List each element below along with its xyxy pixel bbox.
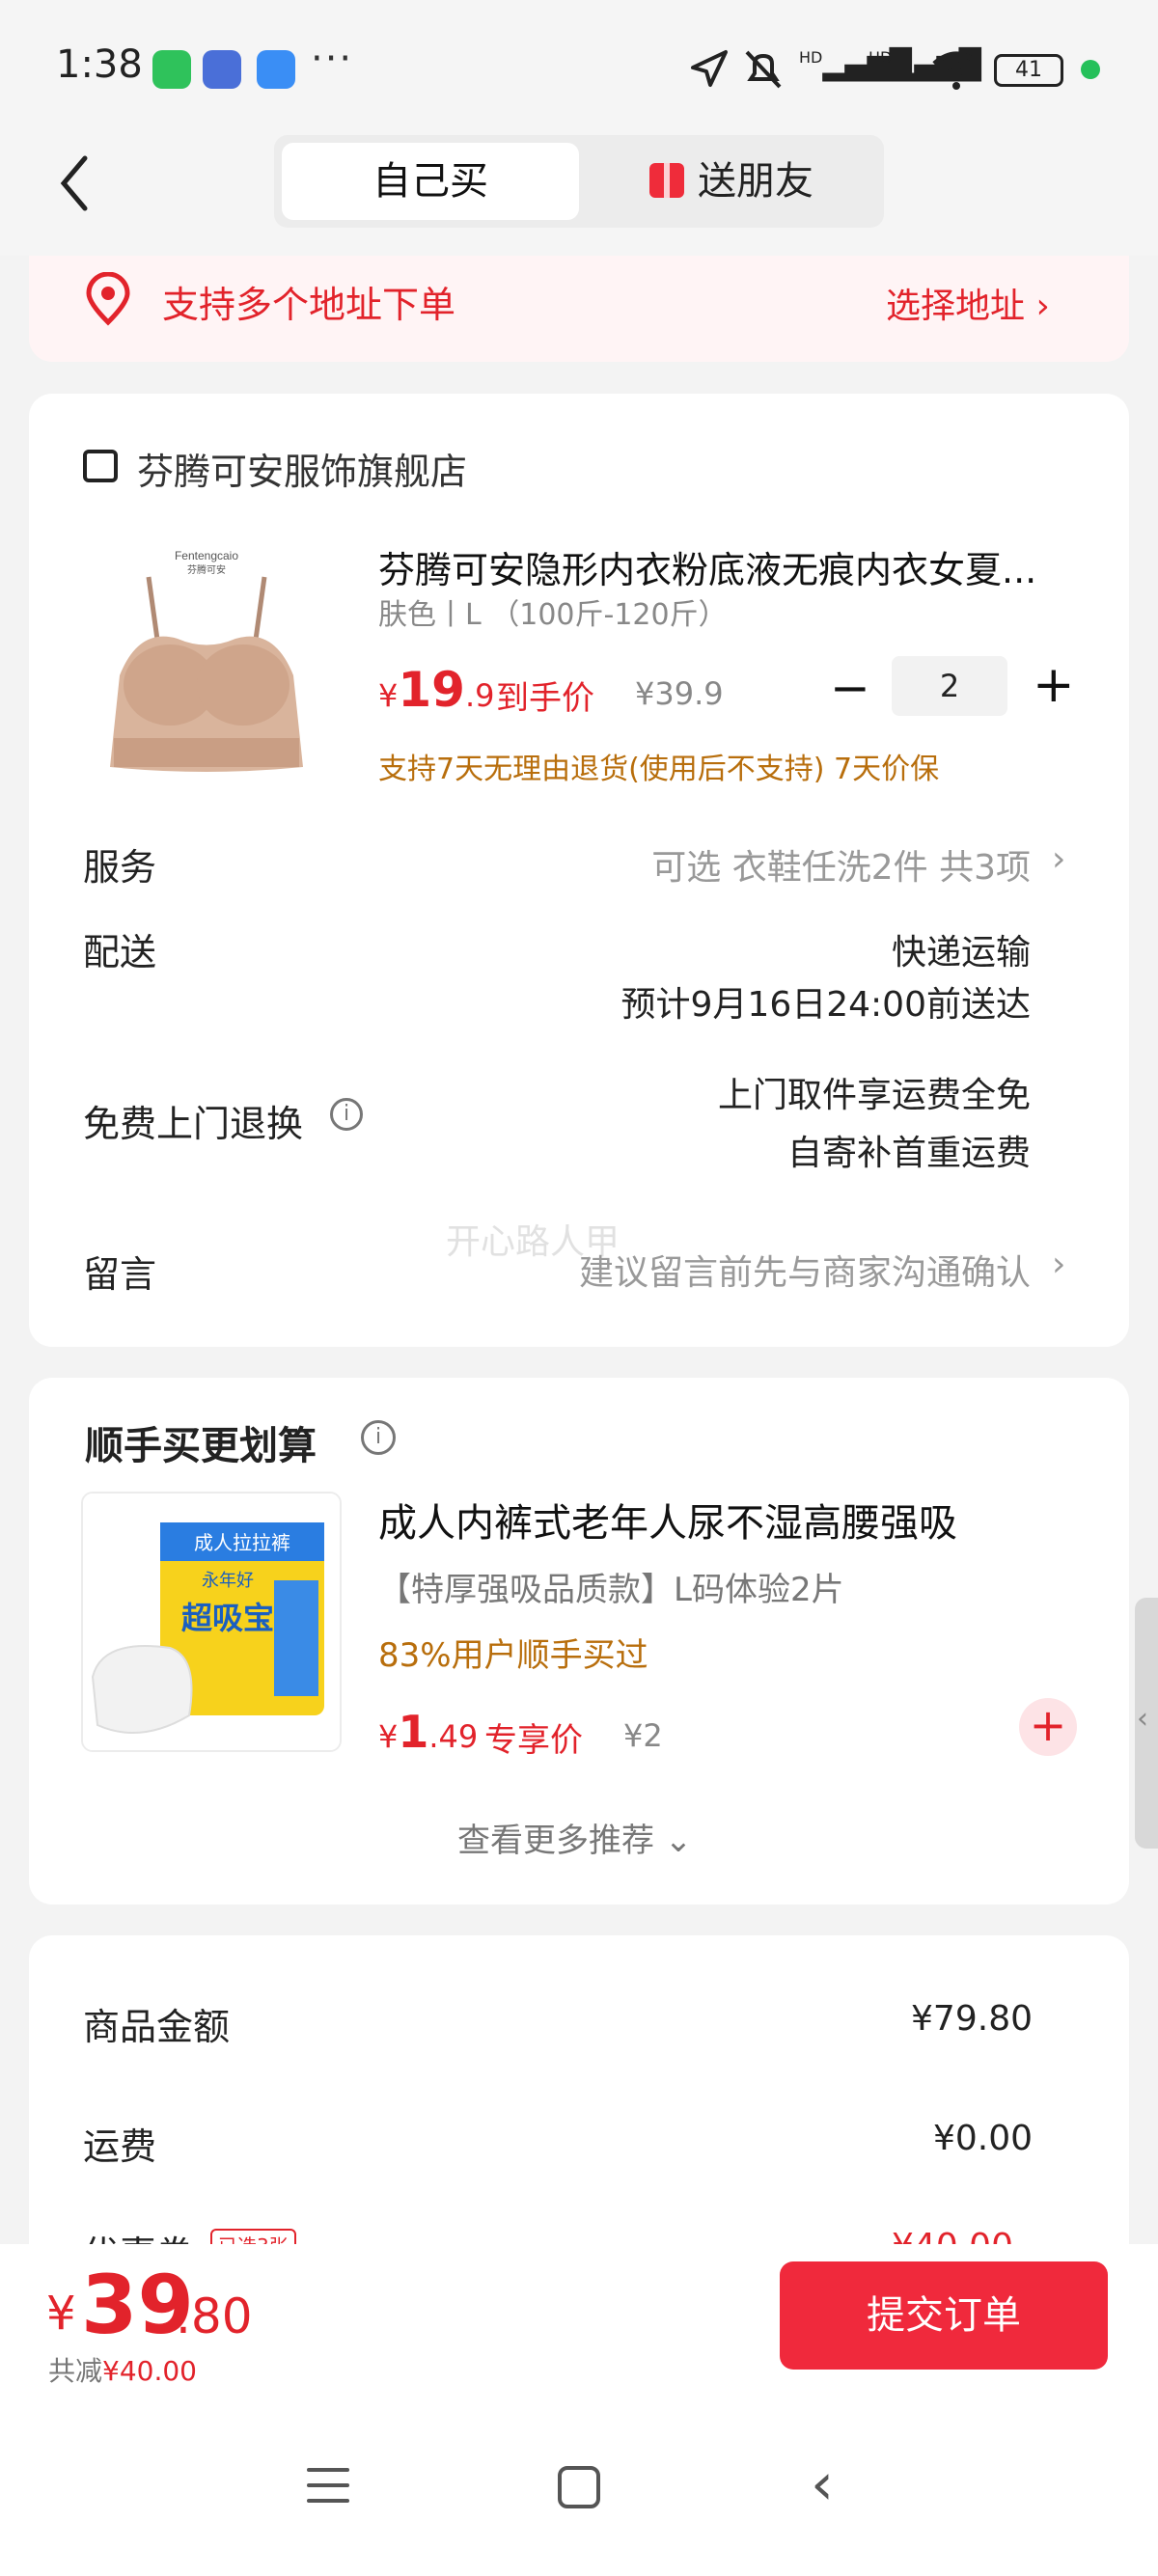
tab-self-buy[interactable]: 自己买 <box>282 143 579 220</box>
home-icon[interactable] <box>558 2466 600 2508</box>
message-chevron-icon[interactable]: › <box>1052 1245 1065 1284</box>
svg-text:芬腾可安: 芬腾可安 <box>187 563 226 576</box>
battery-icon: 41 <box>994 54 1063 87</box>
delivery-method: 快递运输 <box>891 933 1031 973</box>
service-chevron-icon[interactable]: › <box>1052 839 1065 879</box>
shipping-label: 运费 <box>83 2125 157 2168</box>
return-policy: 支持7天无理由退货(使用后不支持) 7天价保 <box>378 753 940 786</box>
recommend-original-price: ¥2 <box>623 1717 663 1754</box>
saved-amount: 共减¥40.00 <box>48 2355 197 2387</box>
recommend-product-image[interactable]: 成人拉拉裤 永年好 超吸宝 <box>81 1492 342 1752</box>
original-price: ¥39.9 <box>635 675 724 712</box>
recommend-product-name[interactable]: 成人内裤式老年人尿不湿高腰强吸 <box>378 1492 957 1548</box>
product-image[interactable]: Fentengcaio 芬腾可安 <box>81 531 332 781</box>
recommend-title: 顺手买更划算 <box>85 1424 317 1468</box>
info-icon[interactable]: i <box>330 1098 363 1131</box>
quantity-increase-button[interactable]: + <box>1033 656 1075 714</box>
tab-gift-friend[interactable]: 送朋友 <box>587 143 876 220</box>
multi-address-text: 支持多个地址下单 <box>162 284 456 326</box>
svg-text:永年好: 永年好 <box>202 1571 254 1591</box>
message-input[interactable]: 建议留言前先与商家沟通确认 <box>579 1245 1031 1295</box>
add-recommend-button[interactable]: + <box>1019 1698 1077 1756</box>
quantity-value[interactable]: 2 <box>892 656 1007 716</box>
see-more-recommend-link[interactable]: 查看更多推荐 ⌄ <box>457 1814 692 1861</box>
goods-amount-value: ¥79.80 <box>911 1999 1033 2039</box>
notes-icon <box>257 50 295 89</box>
recommend-product-spec: 【特厚强吸品质款】L码体验2片 <box>378 1571 844 1609</box>
submit-order-button[interactable]: 提交订单 <box>780 2261 1108 2370</box>
more-notifications-icon: ··· <box>311 37 354 81</box>
final-price-label: 到手价 <box>496 679 594 718</box>
goods-amount-label: 商品金额 <box>83 2006 231 2048</box>
message-label: 留言 <box>83 1253 157 1296</box>
side-drawer-handle[interactable]: ‹ <box>1135 1598 1158 1849</box>
total-currency: ¥ <box>46 2287 76 2341</box>
store-name[interactable]: 芬腾可安服饰旗舰店 <box>137 442 467 495</box>
recommend-price-label: 专享价 <box>484 1721 583 1760</box>
select-address-link[interactable]: 选择地址 › <box>886 278 1050 328</box>
free-return-label: 免费上门退换 <box>83 1103 304 1145</box>
side-chevron-icon: ‹ <box>1137 1702 1148 1736</box>
delivery-eta: 预计9月16日24:00前送达 <box>620 985 1031 1025</box>
wechat-icon <box>152 50 191 89</box>
store-icon <box>83 450 118 482</box>
recommend-price: ¥1.49 <box>378 1706 479 1758</box>
tools-icon <box>203 50 241 89</box>
service-value[interactable]: 可选 衣鞋任洗2件 共3项 <box>651 839 1031 890</box>
free-return-value2: 自寄补首重运费 <box>786 1134 1031 1173</box>
status-time: 1:38 <box>56 42 143 87</box>
shipping-value: ¥0.00 <box>932 2119 1033 2158</box>
product-title[interactable]: 芬腾可安隐形内衣粉底液无痕内衣女夏... <box>378 540 1063 593</box>
recent-apps-icon[interactable] <box>307 2468 349 2507</box>
recommend-info-icon[interactable]: i <box>361 1420 396 1455</box>
back-icon[interactable] <box>56 152 95 214</box>
product-price: ¥19.9 <box>378 662 495 718</box>
total-decimal: .80 <box>176 2288 253 2344</box>
privacy-indicator <box>1081 60 1100 79</box>
gift-icon <box>649 163 684 198</box>
svg-text:超吸宝: 超吸宝 <box>181 1600 274 1636</box>
wifi-icon <box>932 51 980 90</box>
delivery-label: 配送 <box>83 931 157 973</box>
mute-icon <box>745 50 782 89</box>
free-return-value1: 上门取件享运费全免 <box>717 1076 1031 1115</box>
svg-text:Fentengcaio: Fentengcaio <box>175 549 238 562</box>
location-pin-icon <box>86 272 130 326</box>
service-label: 服务 <box>83 846 157 889</box>
quantity-decrease-button[interactable]: − <box>830 660 870 716</box>
system-back-icon[interactable]: ‹ <box>811 2451 834 2518</box>
product-spec[interactable]: 肤色丨L （100斤-120斤） <box>378 590 728 633</box>
svg-text:成人拉拉裤: 成人拉拉裤 <box>194 1531 290 1554</box>
recommend-buy-rate: 83%用户顺手买过 <box>378 1636 648 1675</box>
location-icon <box>691 50 728 87</box>
